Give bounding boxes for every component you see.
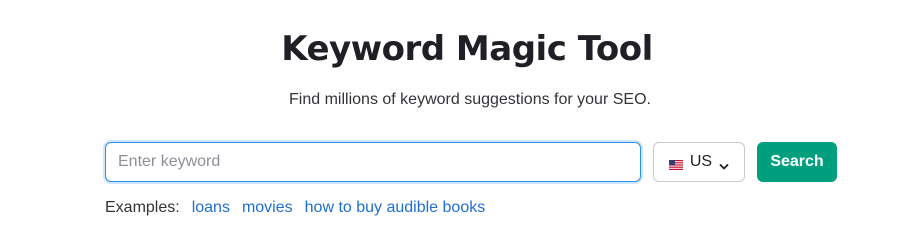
us-flag-icon	[668, 157, 683, 170]
example-link-loans[interactable]: loans	[192, 197, 230, 219]
chevron-down-icon	[719, 158, 729, 170]
keyword-search-input[interactable]	[105, 142, 641, 182]
country-label: US	[689, 153, 713, 170]
search-button[interactable]: Search	[757, 142, 837, 182]
example-link-movies[interactable]: movies	[242, 197, 293, 219]
examples-label: Examples:	[105, 199, 180, 216]
country-selector[interactable]: US	[653, 142, 745, 182]
page-subtitle: Find millions of keyword suggestions for…	[289, 91, 651, 108]
keyword-magic-tool-page: Keyword Magic Tool Find millions of keyw…	[0, 0, 924, 248]
example-link-how-to-buy-audible-books[interactable]: how to buy audible books	[305, 197, 486, 219]
page-title: Keyword Magic Tool	[281, 29, 653, 69]
examples-row: Examples: loans movies how to buy audibl…	[105, 197, 497, 219]
